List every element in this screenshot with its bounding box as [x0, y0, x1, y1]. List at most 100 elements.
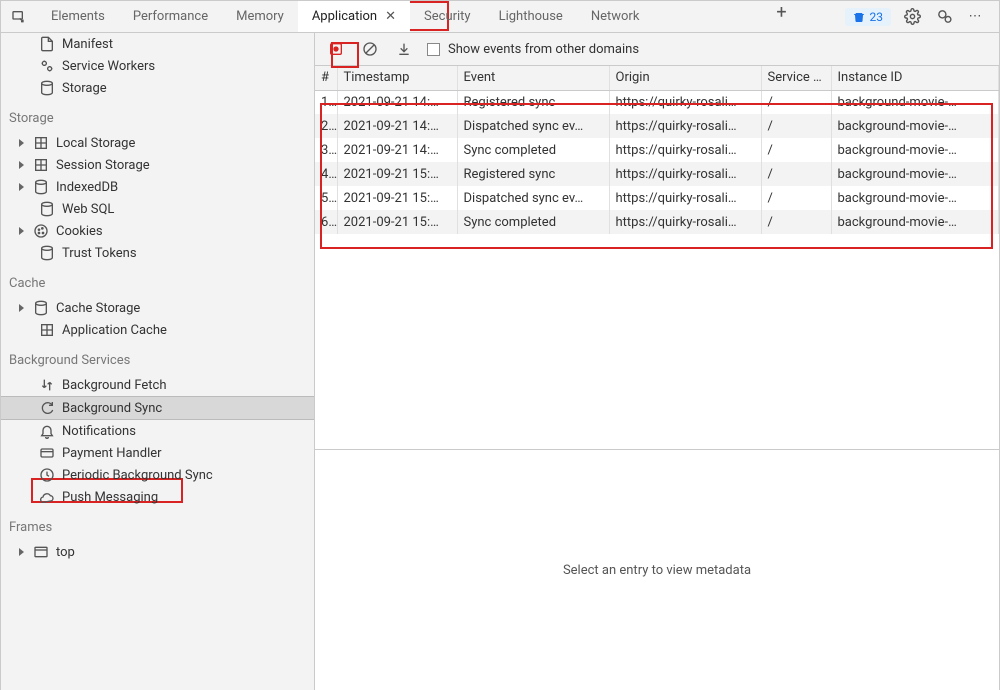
sidebar-item-application-cache[interactable]: Application Cache [1, 319, 314, 341]
sidebar-item-local-storage[interactable]: Local Storage [1, 132, 314, 154]
tab-label: Lighthouse [499, 9, 563, 24]
more-menu-icon[interactable]: ⋯ [965, 6, 987, 28]
table-row[interactable]: 3.2021-09-21 14:…Sync completedhttps://q… [315, 138, 999, 162]
col-origin[interactable]: Origin [609, 66, 761, 90]
add-tab-icon[interactable]: + [771, 1, 793, 23]
download-button[interactable] [393, 38, 415, 60]
content-pane: Show events from other domains # Timesta… [315, 33, 999, 690]
cell-idx: 5. [315, 186, 337, 210]
database-icon [39, 201, 55, 217]
sidebar-item-web-sql[interactable]: Web SQL [1, 198, 314, 220]
col-instance[interactable]: Instance ID [831, 66, 999, 90]
tab-label: Network [591, 9, 640, 24]
record-button[interactable] [325, 38, 347, 60]
tree-label: Session Storage [56, 158, 150, 173]
cell-idx: 3. [315, 138, 337, 162]
cell-ts: 2021-09-21 14:… [337, 90, 457, 114]
section-cache: Cache [1, 264, 314, 297]
close-icon[interactable]: ✕ [385, 9, 396, 24]
col-service[interactable]: Service … [761, 66, 831, 90]
sidebar-item-push-messaging[interactable]: Push Messaging [1, 486, 314, 508]
sidebar-item-indexeddb[interactable]: IndexedDB [1, 176, 314, 198]
tab-application[interactable]: Application ✕ [298, 1, 410, 32]
sidebar-item-session-storage[interactable]: Session Storage [1, 154, 314, 176]
col-timestamp[interactable]: Timestamp [337, 66, 457, 90]
tab-label: Performance [133, 9, 208, 24]
cell-ev: Registered sync [457, 162, 609, 186]
application-sidebar: Manifest Service Workers Storage Storage… [1, 33, 315, 690]
sidebar-item-payment-handler[interactable]: Payment Handler [1, 442, 314, 464]
col-index[interactable]: # [315, 66, 337, 90]
tab-security[interactable]: Security [410, 1, 485, 32]
issues-counter[interactable]: 23 [845, 8, 892, 26]
show-other-domains-checkbox[interactable] [427, 43, 440, 56]
sidebar-item-notifications[interactable]: Notifications [1, 420, 314, 442]
tab-memory[interactable]: Memory [222, 1, 298, 32]
cell-or: https://quirky-rosali… [609, 162, 761, 186]
cell-ts: 2021-09-21 14:… [337, 114, 457, 138]
tree-label: Application Cache [62, 323, 167, 338]
gears-icon [39, 58, 55, 74]
cloud-icon [39, 489, 55, 505]
inspect-element-icon[interactable] [1, 1, 37, 32]
tab-elements[interactable]: Elements [37, 1, 119, 32]
sidebar-item-trust-tokens[interactable]: Trust Tokens [1, 242, 314, 264]
settings-gear-icon[interactable] [901, 6, 923, 28]
chevron-right-icon [19, 227, 24, 235]
table-row[interactable]: 4.2021-09-21 15:…Registered synchttps://… [315, 162, 999, 186]
sidebar-item-top-frame[interactable]: top [1, 541, 314, 563]
tab-performance[interactable]: Performance [119, 1, 222, 32]
cell-or: https://quirky-rosali… [609, 138, 761, 162]
database-icon [33, 179, 49, 195]
table-row[interactable]: 6.2021-09-21 15:…Sync completedhttps://q… [315, 210, 999, 234]
cell-sw: / [761, 186, 831, 210]
table-header-row: # Timestamp Event Origin Service … Insta… [315, 66, 999, 90]
sidebar-item-background-sync[interactable]: Background Sync [1, 396, 314, 420]
cell-iid: background-movie-… [831, 138, 999, 162]
grid-icon [33, 157, 49, 173]
tree-label: Cookies [56, 224, 103, 239]
sidebar-item-cookies[interactable]: Cookies [1, 220, 314, 242]
table-row[interactable]: 2.2021-09-21 14:…Dispatched sync ev…http… [315, 114, 999, 138]
table-row[interactable]: 1.2021-09-21 14:…Registered synchttps://… [315, 90, 999, 114]
cell-ev: Dispatched sync ev… [457, 186, 609, 210]
sidebar-item-storage[interactable]: Storage [1, 77, 314, 99]
sidebar-item-background-fetch[interactable]: Background Fetch [1, 374, 314, 396]
detail-placeholder: Select an entry to view metadata [563, 563, 751, 578]
tab-lighthouse[interactable]: Lighthouse [485, 1, 577, 32]
cell-or: https://quirky-rosali… [609, 114, 761, 138]
table-row[interactable]: 5.2021-09-21 15:…Dispatched sync ev…http… [315, 186, 999, 210]
sidebar-item-cache-storage[interactable]: Cache Storage [1, 297, 314, 319]
section-storage: Storage [1, 99, 314, 132]
tree-label: Notifications [62, 424, 136, 439]
sidebar-item-manifest[interactable]: Manifest [1, 33, 314, 55]
tree-label: Push Messaging [62, 490, 158, 505]
chevron-right-icon [19, 548, 24, 556]
database-icon [33, 300, 49, 316]
cell-iid: background-movie-… [831, 186, 999, 210]
document-icon [39, 36, 55, 52]
clear-button[interactable] [359, 38, 381, 60]
cell-or: https://quirky-rosali… [609, 210, 761, 234]
show-other-domains-label: Show events from other domains [448, 42, 639, 57]
cell-sw: / [761, 210, 831, 234]
chevron-right-icon [19, 161, 24, 169]
tree-label: IndexedDB [56, 180, 118, 195]
cell-iid: background-movie-… [831, 210, 999, 234]
feedback-icon[interactable] [933, 6, 955, 28]
cell-ts: 2021-09-21 15:… [337, 186, 457, 210]
cell-iid: background-movie-… [831, 114, 999, 138]
window-icon [33, 544, 49, 560]
chevron-right-icon [19, 304, 24, 312]
tree-label: Background Fetch [62, 378, 167, 393]
cell-ev: Sync completed [457, 138, 609, 162]
cell-ts: 2021-09-21 14:… [337, 138, 457, 162]
col-event[interactable]: Event [457, 66, 609, 90]
issues-count-value: 23 [870, 10, 884, 24]
tab-network[interactable]: Network [577, 1, 654, 32]
cell-ts: 2021-09-21 15:… [337, 210, 457, 234]
cell-sw: / [761, 90, 831, 114]
sidebar-item-service-workers[interactable]: Service Workers [1, 55, 314, 77]
sidebar-item-periodic-background-sync[interactable]: Periodic Background Sync [1, 464, 314, 486]
cell-sw: / [761, 138, 831, 162]
